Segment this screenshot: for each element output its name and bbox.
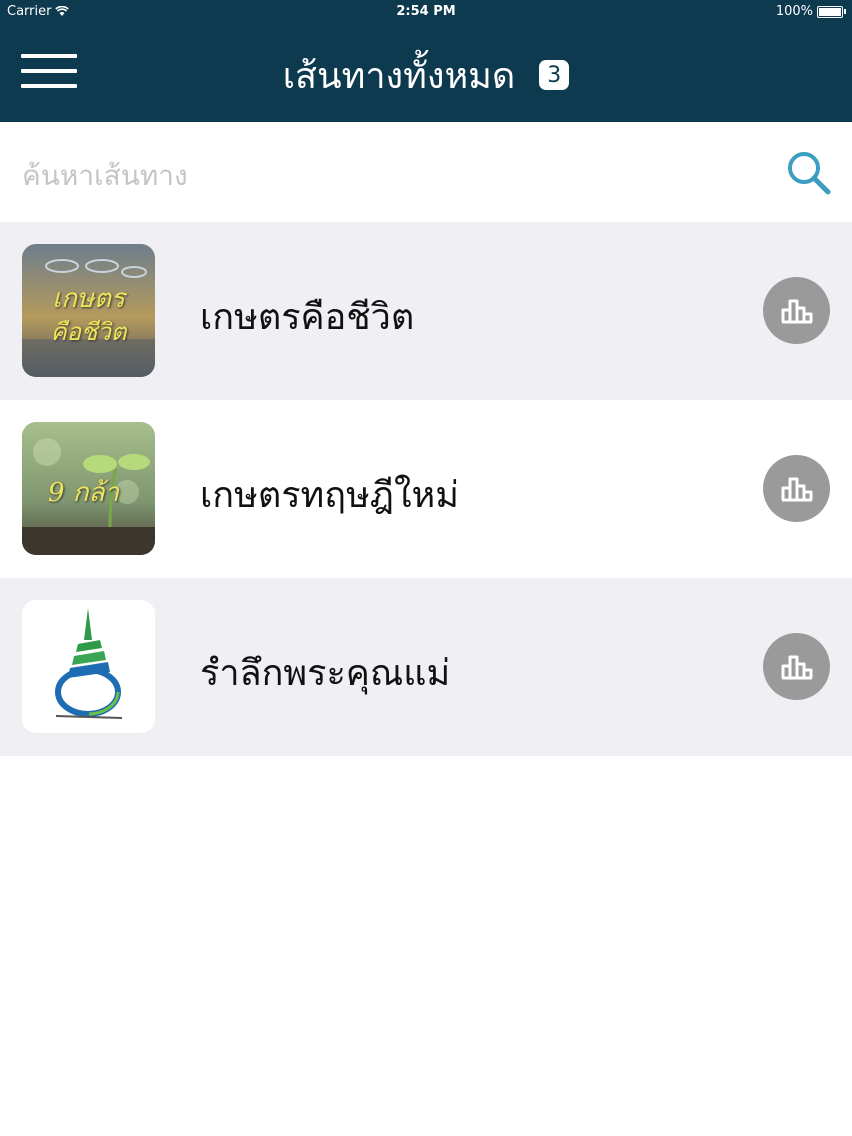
page-title: เส้นทางทั้งหมด [282,55,516,97]
status-time: 2:54 PM [396,4,456,19]
bar-chart-icon [781,655,812,679]
route-row[interactable]: เกษตร คือชีวิต เกษตรคือชีวิต [0,222,852,400]
battery-indicator: 100% [776,4,846,19]
status-bar: Carrier 2:54 PM 100% [0,0,852,24]
route-title: เกษตรคือชีวิต [200,297,415,338]
route-count-badge: 3 [539,60,570,90]
route-thumbnail: 9 กล้า [22,422,155,555]
search-button[interactable] [784,148,832,196]
thumbnail-caption: คือชีวิต [50,318,127,346]
route-row[interactable]: รำลึกพระคุณแม่ [0,578,852,756]
route-row[interactable]: 9 กล้า เกษตรทฤษฎีใหม่ [0,400,852,578]
thumbnail-caption: 9 กล้า [47,478,120,508]
route-title: รำลึกพระคุณแม่ [200,653,451,694]
route-thumbnail [22,600,155,733]
logo-emblem [55,608,123,719]
search-icon [788,152,831,195]
search-bar [0,122,852,222]
route-stats-button[interactable] [763,455,830,522]
battery-percent: 100% [775,4,813,19]
title-area: เส้นทางทั้งหมด 3 [0,50,852,100]
search-input[interactable] [20,152,764,198]
battery-icon [817,5,843,18]
navigation-bar: Carrier 2:54 PM 100% เส้นทางทั้งหมด 3 [0,0,852,122]
bar-chart-icon [781,299,812,323]
route-list: เกษตร คือชีวิต เกษตรคือชีวิต 9 กล้า เกษต… [0,222,852,756]
bar-chart-icon [781,477,812,501]
route-title: เกษตรทฤษฎีใหม่ [200,475,460,516]
route-stats-button[interactable] [763,633,830,700]
route-stats-button[interactable] [763,277,830,344]
route-thumbnail: เกษตร คือชีวิต [22,244,155,377]
